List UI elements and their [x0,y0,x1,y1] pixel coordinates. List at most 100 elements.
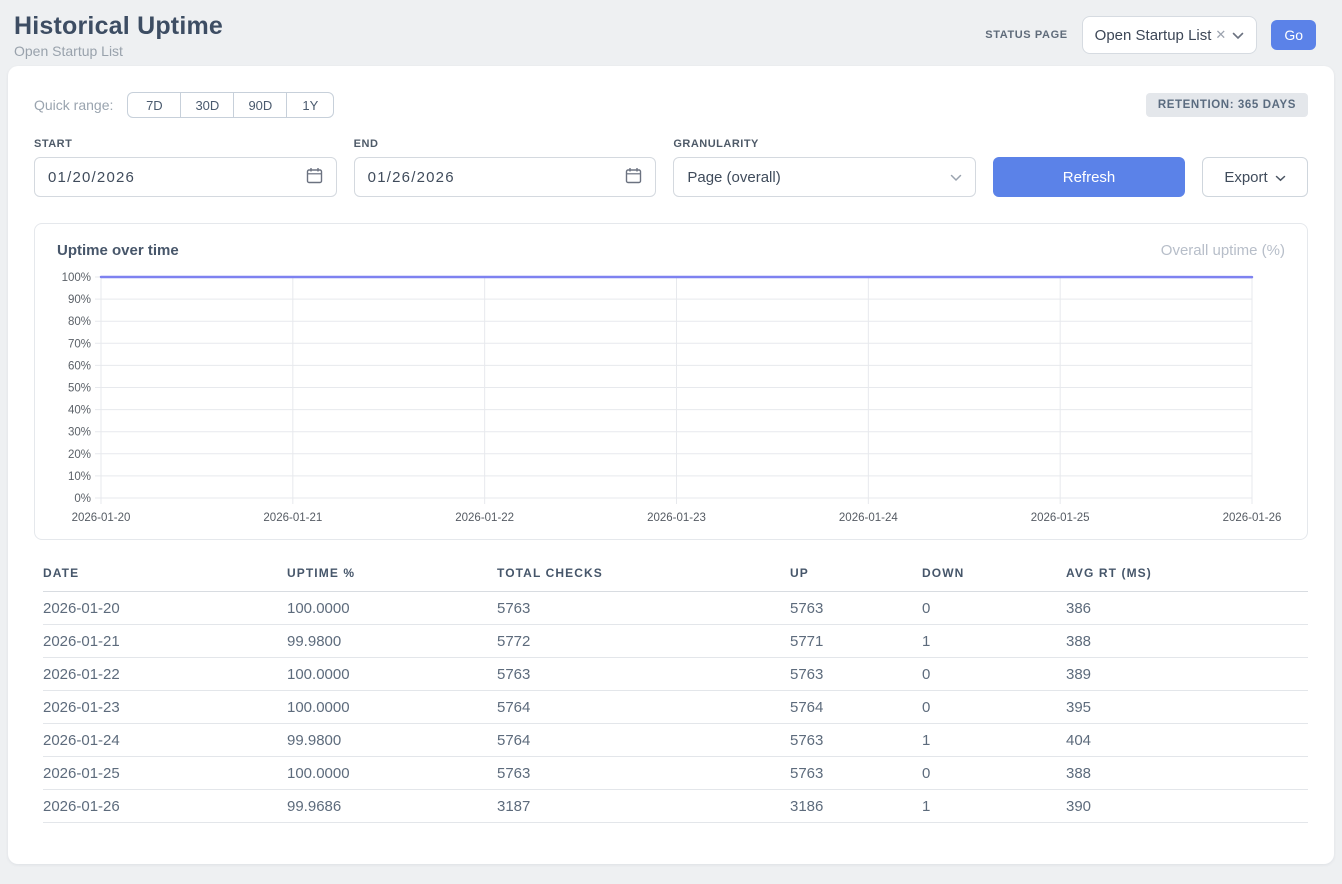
table-cell: 5763 [790,658,922,691]
export-button[interactable]: Export [1202,157,1308,197]
table-cell: 5763 [497,757,790,790]
table-cell: 3186 [790,790,922,823]
refresh-button[interactable]: Refresh [993,157,1185,197]
quick-range-group: 7D30D90D1Y [127,92,334,118]
svg-text:80%: 80% [68,316,91,328]
page-subtitle: Open Startup List [14,43,223,59]
table-row: 2026-01-20100.0000576357630386 [43,592,1308,625]
table-cell: 1 [922,724,1066,757]
table-cell: 0 [922,658,1066,691]
table-header-row: DATEUPTIME %TOTAL CHECKSUPDOWNAVG RT (MS… [43,566,1308,592]
table-cell: 100.0000 [287,691,497,724]
start-date-input[interactable]: 01/20/2026 [34,157,337,197]
table-cell: 5763 [497,592,790,625]
table-cell: 5764 [497,691,790,724]
table-cell: 5772 [497,625,790,658]
quick-range-30d-button[interactable]: 30D [180,92,234,118]
svg-text:2026-01-25: 2026-01-25 [1031,512,1090,524]
svg-text:70%: 70% [68,338,91,350]
table-cell: 390 [1066,790,1308,823]
svg-text:90%: 90% [68,294,91,306]
column-header: TOTAL CHECKS [497,566,790,592]
table-row: 2026-01-25100.0000576357630388 [43,757,1308,790]
chart-legend: Overall uptime (%) [1161,242,1285,259]
table-cell: 2026-01-22 [43,658,287,691]
uptime-chart-card: Uptime over time Overall uptime (%) 0% 10… [34,223,1308,540]
uptime-line-chart: 0%10%20%30%40%50%60%70%80%90%100%2026-01… [55,269,1287,527]
table-cell: 2026-01-26 [43,790,287,823]
calendar-icon[interactable] [306,167,323,188]
table-cell: 389 [1066,658,1308,691]
clear-selection-icon[interactable]: ✕ [1215,27,1226,43]
svg-text:20%: 20% [68,449,91,461]
table-cell: 99.9800 [287,724,497,757]
column-header: DATE [43,566,287,592]
table-row: 2026-01-23100.0000576457640395 [43,691,1308,724]
table-cell: 5763 [790,757,922,790]
svg-text:2026-01-23: 2026-01-23 [647,512,706,524]
start-date-value: 01/20/2026 [48,169,135,186]
table-cell: 1 [922,625,1066,658]
svg-text:2026-01-21: 2026-01-21 [263,512,322,524]
table-cell: 2026-01-21 [43,625,287,658]
table-cell: 388 [1066,757,1308,790]
retention-badge: RETENTION: 365 DAYS [1146,93,1308,117]
calendar-icon[interactable] [625,167,642,188]
chevron-down-icon [950,169,962,186]
uptime-table: DATEUPTIME %TOTAL CHECKSUPDOWNAVG RT (MS… [43,566,1308,823]
column-header: UP [790,566,922,592]
svg-text:2026-01-20: 2026-01-20 [72,512,131,524]
svg-text:2026-01-24: 2026-01-24 [839,512,898,524]
svg-text:2026-01-26: 2026-01-26 [1223,512,1282,524]
chart-title: Uptime over time [57,242,179,259]
status-page-value: Open Startup List [1095,27,1212,44]
table-cell: 0 [922,757,1066,790]
quick-range-7d-button[interactable]: 7D [127,92,181,118]
table-cell: 5763 [790,592,922,625]
svg-text:100%: 100% [62,272,91,284]
svg-text:0%: 0% [74,493,91,505]
title-block: Historical Uptime Open Startup List [14,12,223,59]
table-cell: 99.9686 [287,790,497,823]
svg-text:60%: 60% [68,360,91,372]
table-cell: 404 [1066,724,1308,757]
quick-range-1y-button[interactable]: 1Y [286,92,334,118]
status-page-label: STATUS PAGE [985,29,1067,41]
granularity-select[interactable]: Page (overall) [673,157,976,197]
quick-range-label: Quick range: [34,97,113,113]
quick-range-90d-button[interactable]: 90D [233,92,287,118]
table-cell: 3187 [497,790,790,823]
table-cell: 2026-01-23 [43,691,287,724]
table-cell: 0 [922,592,1066,625]
table-cell: 5764 [497,724,790,757]
table-cell: 99.9800 [287,625,497,658]
table-cell: 5763 [790,724,922,757]
page-title: Historical Uptime [14,12,223,41]
table-cell: 100.0000 [287,658,497,691]
column-header: AVG RT (MS) [1066,566,1308,592]
page-header: Historical Uptime Open Startup List STAT… [0,0,1342,66]
table-cell: 5764 [790,691,922,724]
table-row: 2026-01-2499.9800576457631404 [43,724,1308,757]
header-controls: STATUS PAGE Open Startup List ✕ Go [985,16,1316,54]
granularity-label: GRANULARITY [673,138,976,150]
table-cell: 386 [1066,592,1308,625]
table-cell: 5763 [497,658,790,691]
table-cell: 2026-01-24 [43,724,287,757]
granularity-field: GRANULARITY Page (overall) [673,138,976,197]
main-card: Quick range: 7D30D90D1Y RETENTION: 365 D… [8,66,1334,864]
quick-range-row: Quick range: 7D30D90D1Y RETENTION: 365 D… [34,92,1308,118]
column-header: DOWN [922,566,1066,592]
end-date-input[interactable]: 01/26/2026 [354,157,657,197]
svg-text:30%: 30% [68,427,91,439]
filter-row: START 01/20/2026 END 01/26/2026 GRANULAR… [34,138,1308,197]
go-button[interactable]: Go [1271,20,1316,50]
table-cell: 100.0000 [287,757,497,790]
end-date-value: 01/26/2026 [368,169,455,186]
status-page-select[interactable]: Open Startup List ✕ [1082,16,1258,54]
export-label: Export [1224,169,1267,186]
table-cell: 0 [922,691,1066,724]
svg-text:2026-01-22: 2026-01-22 [455,512,514,524]
table-row: 2026-01-2199.9800577257711388 [43,625,1308,658]
end-field: END 01/26/2026 [354,138,657,197]
